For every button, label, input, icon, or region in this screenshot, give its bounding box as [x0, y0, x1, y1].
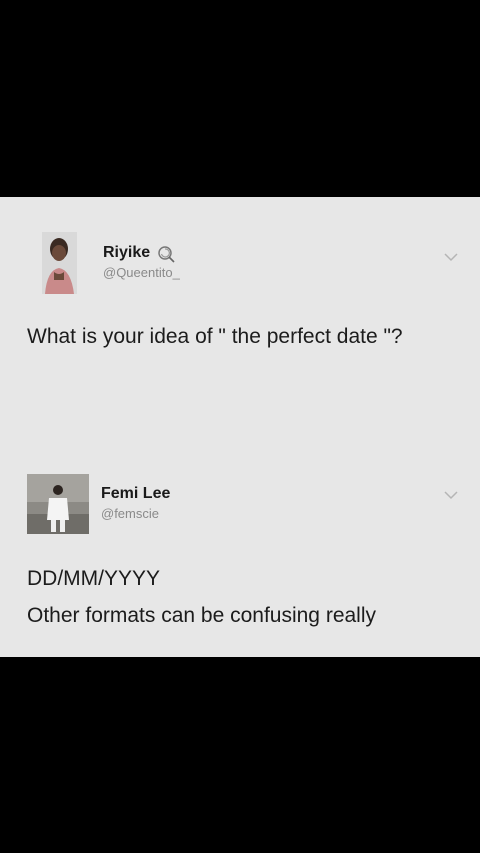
handle[interactable]: @Queentito_ [103, 265, 180, 280]
tweet-text-line: DD/MM/YYYY [27, 567, 161, 590]
chevron-down-icon[interactable] [444, 487, 458, 500]
handle[interactable]: @femscie [101, 506, 159, 521]
avatar[interactable] [27, 474, 89, 534]
display-name[interactable]: Riyike [103, 244, 150, 262]
display-name[interactable]: Femi Lee [101, 485, 170, 503]
tweet-thread-card: Riyike @Queentito_ What is your idea of … [0, 197, 480, 657]
tweet[interactable]: Riyike @Queentito_ What is your idea of … [0, 197, 480, 437]
chevron-down-icon[interactable] [444, 249, 458, 262]
tweet-text-line: Other formats can be confusing really [27, 604, 377, 627]
lollipop-emoji-icon [157, 245, 175, 263]
screenshot-frame: Riyike @Queentito_ What is your idea of … [0, 0, 480, 853]
tweet-text: What is your idea of " the perfect date … [27, 325, 403, 348]
avatar[interactable] [42, 232, 77, 294]
